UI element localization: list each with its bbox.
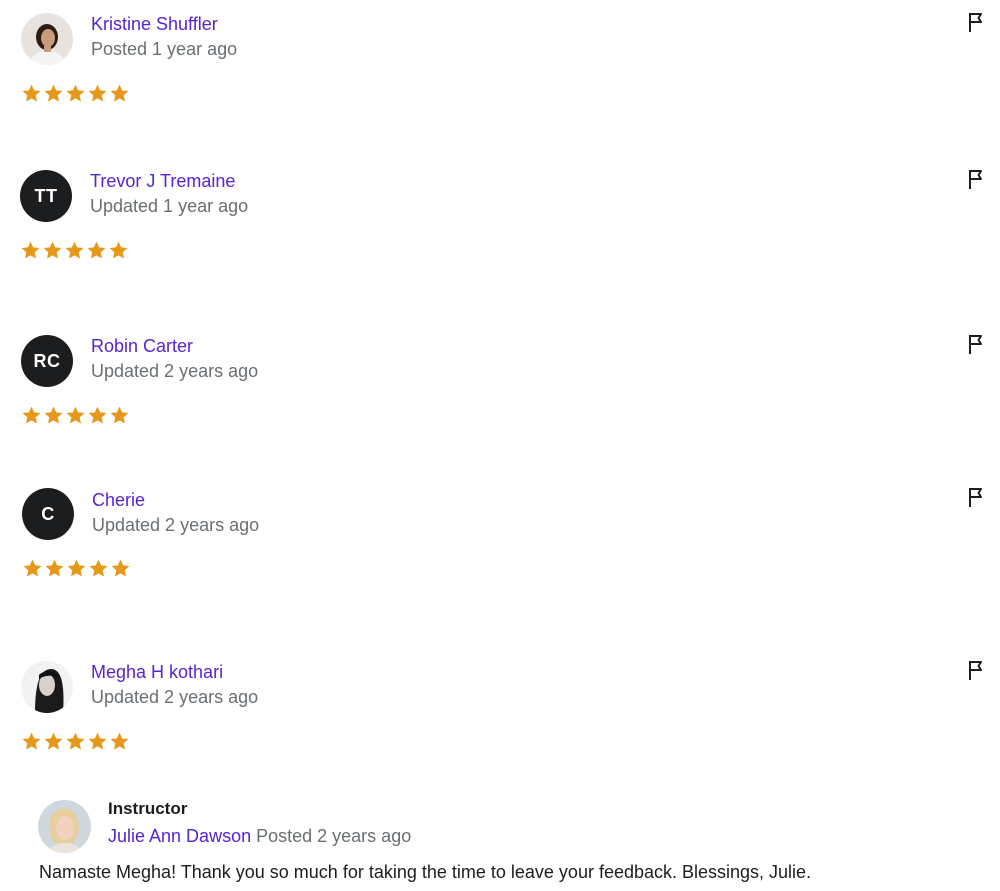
review-date: Posted 1 year ago xyxy=(91,39,238,59)
review-date: Updated 2 years ago xyxy=(91,361,259,381)
star-icon xyxy=(110,406,129,424)
avatar: RC xyxy=(21,335,73,387)
star-icon xyxy=(89,559,108,577)
flag-icon[interactable] xyxy=(966,659,986,681)
reviewer-name[interactable]: Cherie xyxy=(92,490,145,511)
instructor-meta: Julie Ann Dawson Posted 2 years ago xyxy=(108,826,411,847)
flag-icon[interactable] xyxy=(966,11,986,33)
reviewer-name[interactable]: Kristine Shuffler xyxy=(91,14,218,35)
star-icon xyxy=(110,732,129,750)
star-icon xyxy=(88,732,107,750)
instructor-avatar xyxy=(38,800,91,853)
star-icon xyxy=(43,241,62,259)
star-icon xyxy=(88,406,107,424)
review-item: Megha H kothari Updated 2 years ago xyxy=(0,648,1000,758)
reviewer-name[interactable]: Robin Carter xyxy=(91,336,193,357)
avatar xyxy=(21,661,73,713)
star-icon xyxy=(45,559,64,577)
star-icon xyxy=(44,732,63,750)
star-rating xyxy=(20,240,129,261)
star-rating xyxy=(22,558,131,579)
instructor-response: Instructor Julie Ann Dawson Posted 2 yea… xyxy=(38,798,978,888)
star-icon xyxy=(65,241,84,259)
star-icon xyxy=(21,241,40,259)
star-icon xyxy=(22,732,41,750)
flag-icon[interactable] xyxy=(966,168,986,190)
star-icon xyxy=(111,559,130,577)
review-date: Updated 1 year ago xyxy=(90,196,249,216)
star-icon xyxy=(66,84,85,102)
star-icon xyxy=(87,241,106,259)
response-date: Posted 2 years ago xyxy=(256,826,412,846)
review-item: C Cherie Updated 2 years ago xyxy=(0,475,1000,585)
star-icon xyxy=(88,84,107,102)
review-item: RC Robin Carter Updated 2 years ago xyxy=(0,322,1000,432)
flag-icon[interactable] xyxy=(966,333,986,355)
star-icon xyxy=(44,84,63,102)
review-date: Updated 2 years ago xyxy=(91,687,259,707)
avatar: C xyxy=(22,488,74,540)
star-icon xyxy=(66,732,85,750)
instructor-label: Instructor xyxy=(108,799,188,818)
star-icon xyxy=(22,84,41,102)
star-rating xyxy=(21,731,130,752)
star-icon xyxy=(109,241,128,259)
instructor-name[interactable]: Julie Ann Dawson xyxy=(108,826,251,846)
review-item: Kristine Shuffler Posted 1 year ago xyxy=(0,0,1000,110)
star-icon xyxy=(23,559,42,577)
review-date: Updated 2 years ago xyxy=(92,515,260,535)
reviewer-name[interactable]: Megha H kothari xyxy=(91,662,223,683)
review-item: TT Trevor J Tremaine Updated 1 year ago xyxy=(0,157,1000,267)
star-rating xyxy=(21,405,130,426)
response-text: Namaste Megha! Thank you so much for tak… xyxy=(39,862,812,882)
star-icon xyxy=(110,84,129,102)
star-icon xyxy=(44,406,63,424)
reviewer-name[interactable]: Trevor J Tremaine xyxy=(90,171,235,192)
avatar xyxy=(21,13,73,65)
star-icon xyxy=(67,559,86,577)
star-icon xyxy=(66,406,85,424)
star-rating xyxy=(21,83,130,104)
star-icon xyxy=(22,406,41,424)
flag-icon[interactable] xyxy=(966,486,986,508)
avatar: TT xyxy=(20,170,72,222)
